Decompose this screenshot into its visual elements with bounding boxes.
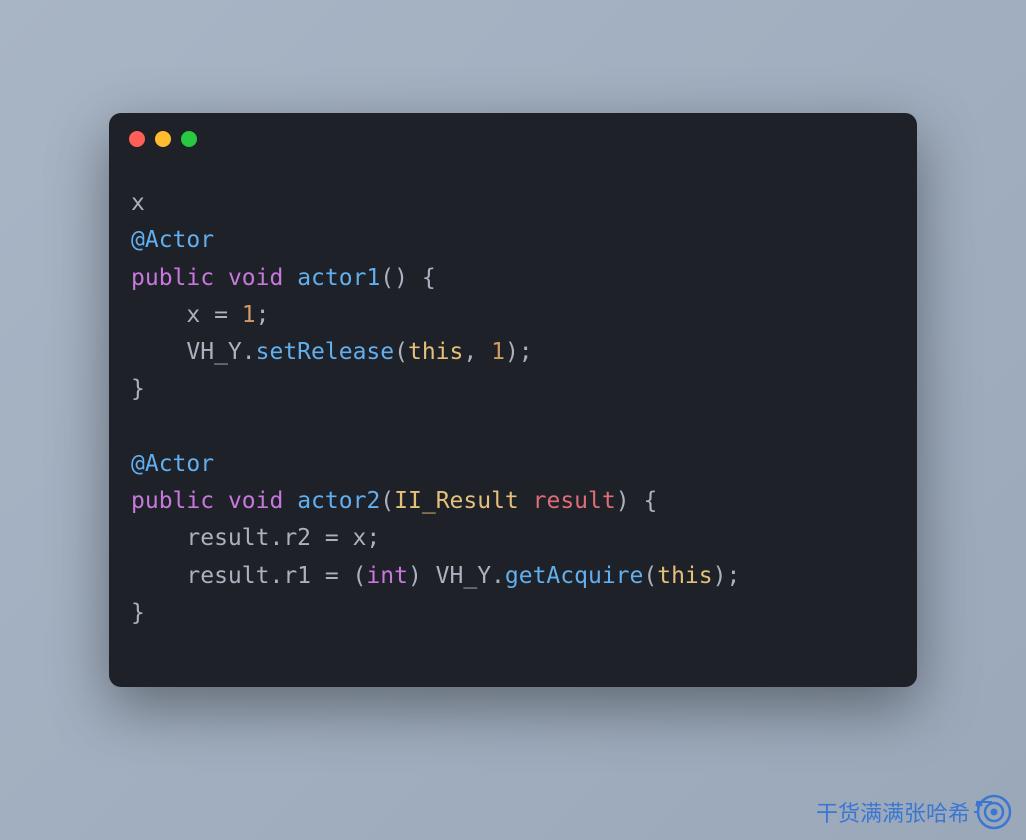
paren: ( [380,488,394,514]
method-actor1: actor1 [297,265,380,291]
keyword-void: void [228,265,283,291]
close-icon[interactable] [129,131,145,147]
brace: } [131,376,145,402]
code-line: result.r1 = ( [131,563,366,589]
number: 1 [242,302,256,328]
parens: () [380,265,408,291]
code-line: result.r2 = x; [131,525,380,551]
number: 1 [491,339,505,365]
keyword-public: public [131,488,214,514]
identifier: VH_Y [186,339,241,365]
this-keyword: this [657,563,712,589]
maximize-icon[interactable] [181,131,197,147]
code-text: x [131,190,145,216]
code-editor-window: x @Actor public void actor1() { x = 1; V… [109,113,917,687]
code-line: ) VH_Y. [408,563,505,589]
method-setrelease: setRelease [256,339,394,365]
keyword-void: void [228,488,283,514]
indent [131,339,186,365]
method-actor2: actor2 [297,488,380,514]
param-name: result [533,488,616,514]
semicolon: ; [256,302,270,328]
dot: . [242,339,256,365]
paren: ( [643,563,657,589]
target-icon [974,792,1014,832]
code-content: x @Actor public void actor1() { x = 1; V… [109,155,917,642]
paren-close: ); [505,339,533,365]
paren: ( [394,339,408,365]
brace: { [408,265,436,291]
minimize-icon[interactable] [155,131,171,147]
brace: } [131,600,145,626]
paren-close: ); [713,563,741,589]
method-getacquire: getAcquire [505,563,643,589]
param-type: II_Result [394,488,519,514]
this-keyword: this [408,339,463,365]
annotation: @Actor [131,227,214,253]
watermark: 干货满满张哈希 [816,792,1014,832]
window-titlebar [109,113,917,155]
cast-int: int [366,563,408,589]
watermark-text: 干货满满张哈希 [816,796,970,828]
brace: { [630,488,658,514]
paren: ) [616,488,630,514]
keyword-public: public [131,265,214,291]
code-line: x = [131,302,242,328]
comma: , [463,339,491,365]
annotation: @Actor [131,451,214,477]
